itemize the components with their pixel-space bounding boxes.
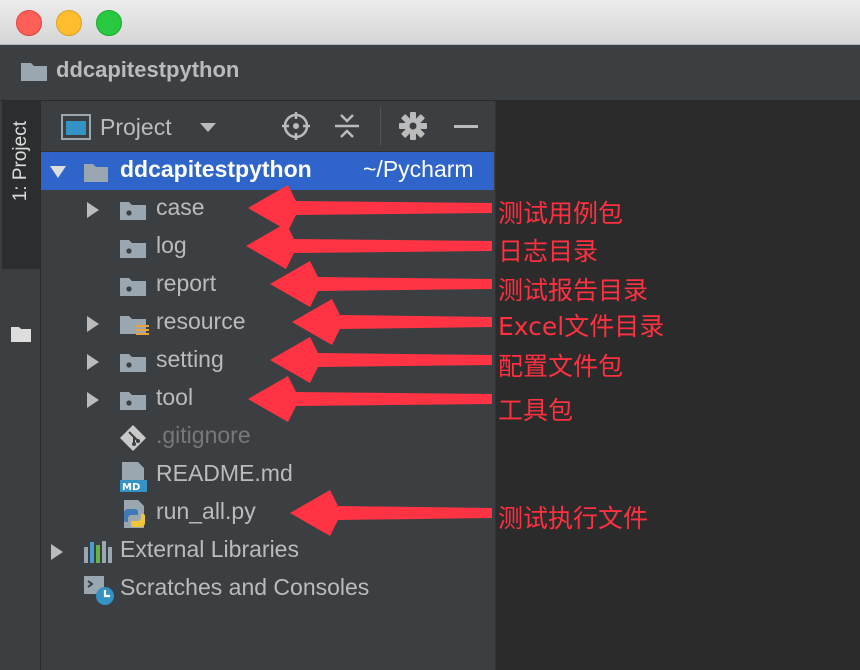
annotation-tool: 工具包 (498, 396, 574, 425)
annotation-report: 测试报告目录 (498, 276, 649, 305)
annotation-case: 测试用例包 (498, 199, 624, 228)
annotation-arrows (246, 185, 492, 536)
annotation-arrow (270, 261, 492, 307)
annotation-arrow (246, 223, 492, 269)
annotation-arrow (292, 299, 492, 345)
annotation-arrow (290, 490, 492, 536)
annotation-arrow (248, 376, 492, 422)
annotation-resource: Excel文件目录 (498, 312, 665, 341)
annotation-arrow (270, 337, 492, 383)
annotation-setting: 配置文件包 (498, 352, 624, 381)
annotation-log: 日志目录 (498, 237, 599, 266)
annotation-run-all: 测试执行文件 (498, 504, 649, 533)
